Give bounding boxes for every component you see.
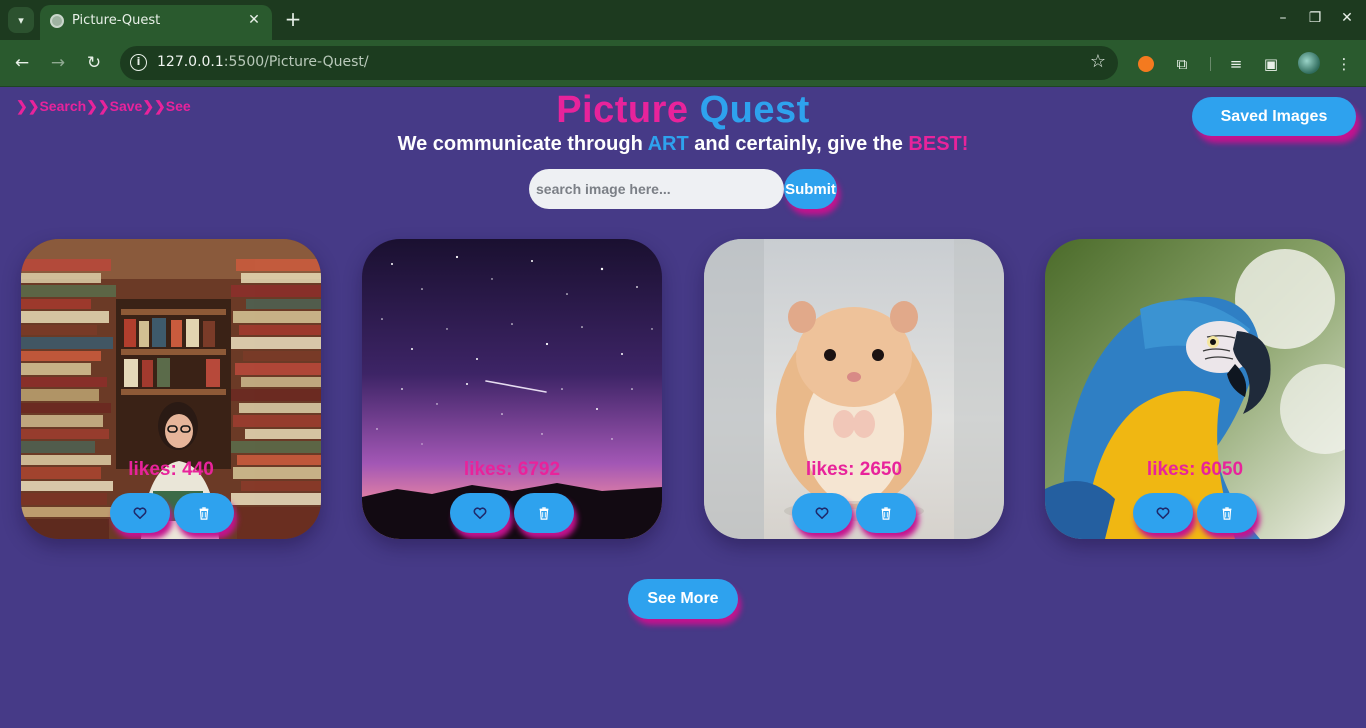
reload-icon[interactable]: ↻: [81, 50, 107, 76]
toolbar-divider: [1210, 57, 1211, 71]
tab-title: Picture-Quest: [72, 13, 161, 28]
close-window-icon[interactable]: ✕: [1337, 10, 1357, 26]
minimize-icon[interactable]: –: [1273, 10, 1293, 26]
delete-button[interactable]: [514, 493, 574, 533]
image-card: likes: 440: [21, 239, 321, 539]
trash-icon: [881, 507, 891, 520]
tab-search-chevron-icon[interactable]: ▾: [8, 7, 34, 33]
subtitle-best: BEST!: [908, 133, 969, 155]
card-image-macaw: [1045, 239, 1345, 539]
new-tab-plus-icon[interactable]: +: [282, 8, 304, 30]
delete-button[interactable]: [174, 493, 234, 533]
like-button[interactable]: [1133, 493, 1193, 533]
likes-count: likes: 440: [128, 459, 214, 480]
browser-menu-icon[interactable]: ⋮: [1333, 53, 1355, 75]
media-queue-icon[interactable]: ≡: [1225, 53, 1247, 75]
submit-button[interactable]: Submit: [784, 169, 837, 209]
browser-tab[interactable]: Picture-Quest ✕: [40, 5, 272, 40]
likes-count: likes: 6792: [463, 459, 561, 480]
subtitle-art: ART: [647, 133, 689, 155]
trash-icon: [539, 507, 549, 520]
browser-tab-bar: ▾ Picture-Quest ✕ + – ❐ ✕: [0, 0, 1366, 40]
heart-icon: [133, 507, 147, 520]
page-content: ❯❯Search❯❯Save❯❯See Picture Quest We com…: [0, 87, 1366, 728]
card-image-hamster: [704, 239, 1004, 539]
like-button[interactable]: [450, 493, 510, 533]
image-card: likes: 6050: [1045, 239, 1345, 539]
close-tab-icon[interactable]: ✕: [244, 10, 264, 30]
trash-icon: [199, 507, 209, 520]
trash-icon: [1222, 507, 1232, 520]
heart-icon: [1156, 507, 1170, 520]
site-info-icon[interactable]: i: [130, 54, 147, 71]
back-arrow-icon[interactable]: ←: [9, 50, 35, 76]
likes-count: likes: 2650: [805, 459, 903, 480]
bookmark-star-icon[interactable]: ☆: [1090, 51, 1106, 72]
image-card: likes: 6792: [362, 239, 662, 539]
profile-avatar[interactable]: [1298, 52, 1320, 74]
globe-icon: [50, 14, 64, 28]
see-more-button[interactable]: See More: [628, 579, 738, 619]
image-card: likes: 2650: [704, 239, 1004, 539]
side-panel-icon[interactable]: ▣: [1260, 53, 1282, 75]
restore-icon[interactable]: ❐: [1305, 10, 1325, 26]
heart-icon: [815, 507, 829, 520]
forward-arrow-icon[interactable]: →: [45, 50, 71, 76]
app-title: Picture Quest: [0, 89, 1366, 132]
address-bar[interactable]: i 127.0.0.1:5500/Picture-Quest/ ☆: [120, 46, 1118, 80]
heart-icon: [473, 507, 487, 520]
search-input[interactable]: [529, 169, 784, 209]
saved-images-button[interactable]: Saved Images: [1192, 97, 1356, 136]
subtitle: We communicate through ART and certainly…: [397, 133, 969, 155]
card-image-books: [21, 239, 321, 539]
card-image-night-sky: [362, 239, 662, 539]
likes-count: likes: 6050: [1146, 459, 1244, 480]
delete-button[interactable]: [1197, 493, 1257, 533]
title-quest: Quest: [699, 89, 810, 131]
delete-button[interactable]: [856, 493, 916, 533]
url-text[interactable]: 127.0.0.1:5500/Picture-Quest/: [157, 54, 369, 70]
like-button[interactable]: [792, 493, 852, 533]
extension-fox-icon[interactable]: [1135, 53, 1157, 75]
title-picture: Picture: [556, 89, 689, 131]
extensions-puzzle-icon[interactable]: ⧉: [1171, 53, 1193, 75]
browser-toolbar: ← → ↻ i 127.0.0.1:5500/Picture-Quest/ ☆ …: [0, 40, 1366, 87]
like-button[interactable]: [110, 493, 170, 533]
